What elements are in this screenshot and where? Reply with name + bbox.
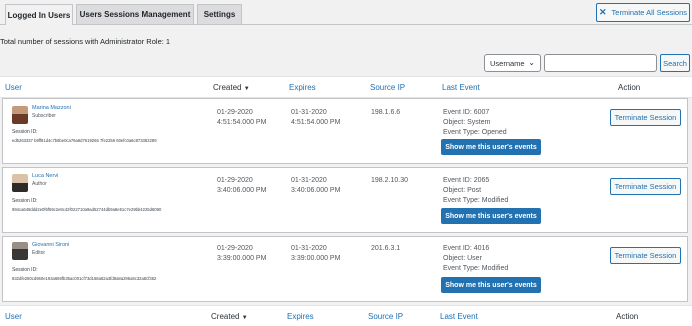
created-time: 3:40:06.000 PM [217,187,267,194]
session-id-label: Session ID: [12,129,38,135]
expires-date: 01-31-2020 [291,109,327,116]
source-ip-link[interactable]: 198.2.10.30 [371,176,408,186]
event-type: Event Type: Opened [443,129,507,136]
session-id-label: Session ID: [12,267,38,273]
column-last-event[interactable]: Last Event [440,312,478,321]
filter-type-select[interactable]: Username ⌄ [484,54,541,72]
event-object: Object: Post [443,187,482,194]
column-created[interactable]: Created ▼ [211,312,248,321]
column-expires[interactable]: Expires [289,83,316,92]
user-name-link[interactable]: Luca Nervi [32,173,58,179]
expires-date: 01-31-2020 [291,245,327,252]
terminate-all-sessions-button[interactable]: ✕ Terminate All Sessions [596,3,690,22]
tab-bar-border [0,24,692,25]
tab-users-sessions-management[interactable]: Users Sessions Management [76,4,194,24]
user-name-link[interactable]: Giovanni Sironi [32,242,69,248]
expires-time: 3:40:06.000 PM [291,187,341,194]
event-object: Object: User [443,255,482,262]
expires-time: 3:39:00.000 PM [291,255,341,262]
avatar [12,106,28,124]
created-date: 01-29-2020 [217,245,253,252]
event-id: Event ID: 6007 [443,109,490,116]
created-date: 01-29-2020 [217,177,253,184]
created-time: 3:39:00.000 PM [217,255,267,262]
session-id-value: ed5263337 b9ff81d4c7b6be0ca79a6d7619266 … [12,138,157,143]
tab-logged-in-users[interactable]: Logged In Users [5,4,73,25]
sessions-summary: Total number of sessions with Administra… [0,37,171,46]
expires-time: 4:51:54.000 PM [291,119,341,126]
sort-desc-icon: ▼ [243,86,250,92]
event-id: Event ID: 2065 [443,177,490,184]
table-row: Marina Mazzoni Subscriber Session ID: ed… [2,98,688,164]
table-footer: User Created ▼ Expires Source IP Last Ev… [0,305,692,326]
search-button[interactable]: Search [660,54,690,72]
terminate-session-button[interactable]: Terminate Session [610,178,681,195]
chevron-down-icon: ⌄ [528,58,535,67]
column-source-ip[interactable]: Source IP [370,83,405,92]
source-ip-link[interactable]: 198.1.6.6 [371,108,400,118]
column-action: Action [616,312,639,321]
expires-date: 01-31-2020 [291,177,327,184]
terminate-session-button[interactable]: Terminate Session [610,109,681,126]
column-last-event[interactable]: Last Event [442,83,480,92]
event-object: Object: System [443,119,491,126]
show-user-events-button[interactable]: Show me this user's events [441,277,541,293]
column-user[interactable]: User [5,312,22,321]
table-header: User Created ▼ Expires Source IP Last Ev… [0,76,692,98]
terminate-all-label: Terminate All Sessions [611,8,687,17]
user-role: Author [32,181,47,187]
source-ip-link[interactable]: 201.6.3.1 [371,244,400,254]
session-id-label: Session ID: [12,198,38,204]
created-date: 01-29-2020 [217,109,253,116]
filter-type-value: Username [490,58,525,68]
event-type: Event Type: Modified [443,265,509,272]
search-input[interactable] [544,54,657,72]
event-id: Event ID: 4016 [443,245,490,252]
sort-desc-icon: ▼ [241,315,248,321]
tab-settings[interactable]: Settings [197,4,242,24]
column-user[interactable]: User [5,83,22,92]
show-user-events-button[interactable]: Show me this user's events [441,139,541,155]
avatar [12,174,28,192]
column-source-ip[interactable]: Source IP [368,312,403,321]
table-row: Giovanni Sironi Editor Session ID: 832df… [2,236,688,302]
close-icon: ✕ [599,7,607,17]
user-name-link[interactable]: Marina Mazzoni [32,105,71,111]
created-time: 4:51:54.000 PM [217,119,267,126]
event-type: Event Type: Modified [443,197,509,204]
session-id-value: 832dfe280cd960e193a669fb35ac001cf73d168a… [12,276,157,281]
column-created[interactable]: Created ▼ [213,83,250,92]
terminate-session-button[interactable]: Terminate Session [610,247,681,264]
session-id-value: 994ca648ddd2e0f6f59c2e8c42f022710a9ad527… [12,207,162,212]
table-row: Luca Nervi Author Session ID: 994ca648dd… [2,167,688,233]
show-user-events-button[interactable]: Show me this user's events [441,208,541,224]
column-expires[interactable]: Expires [287,312,314,321]
user-role: Subscriber [32,113,56,119]
avatar [12,242,28,260]
user-role: Editor [32,250,46,256]
column-action: Action [618,83,641,92]
